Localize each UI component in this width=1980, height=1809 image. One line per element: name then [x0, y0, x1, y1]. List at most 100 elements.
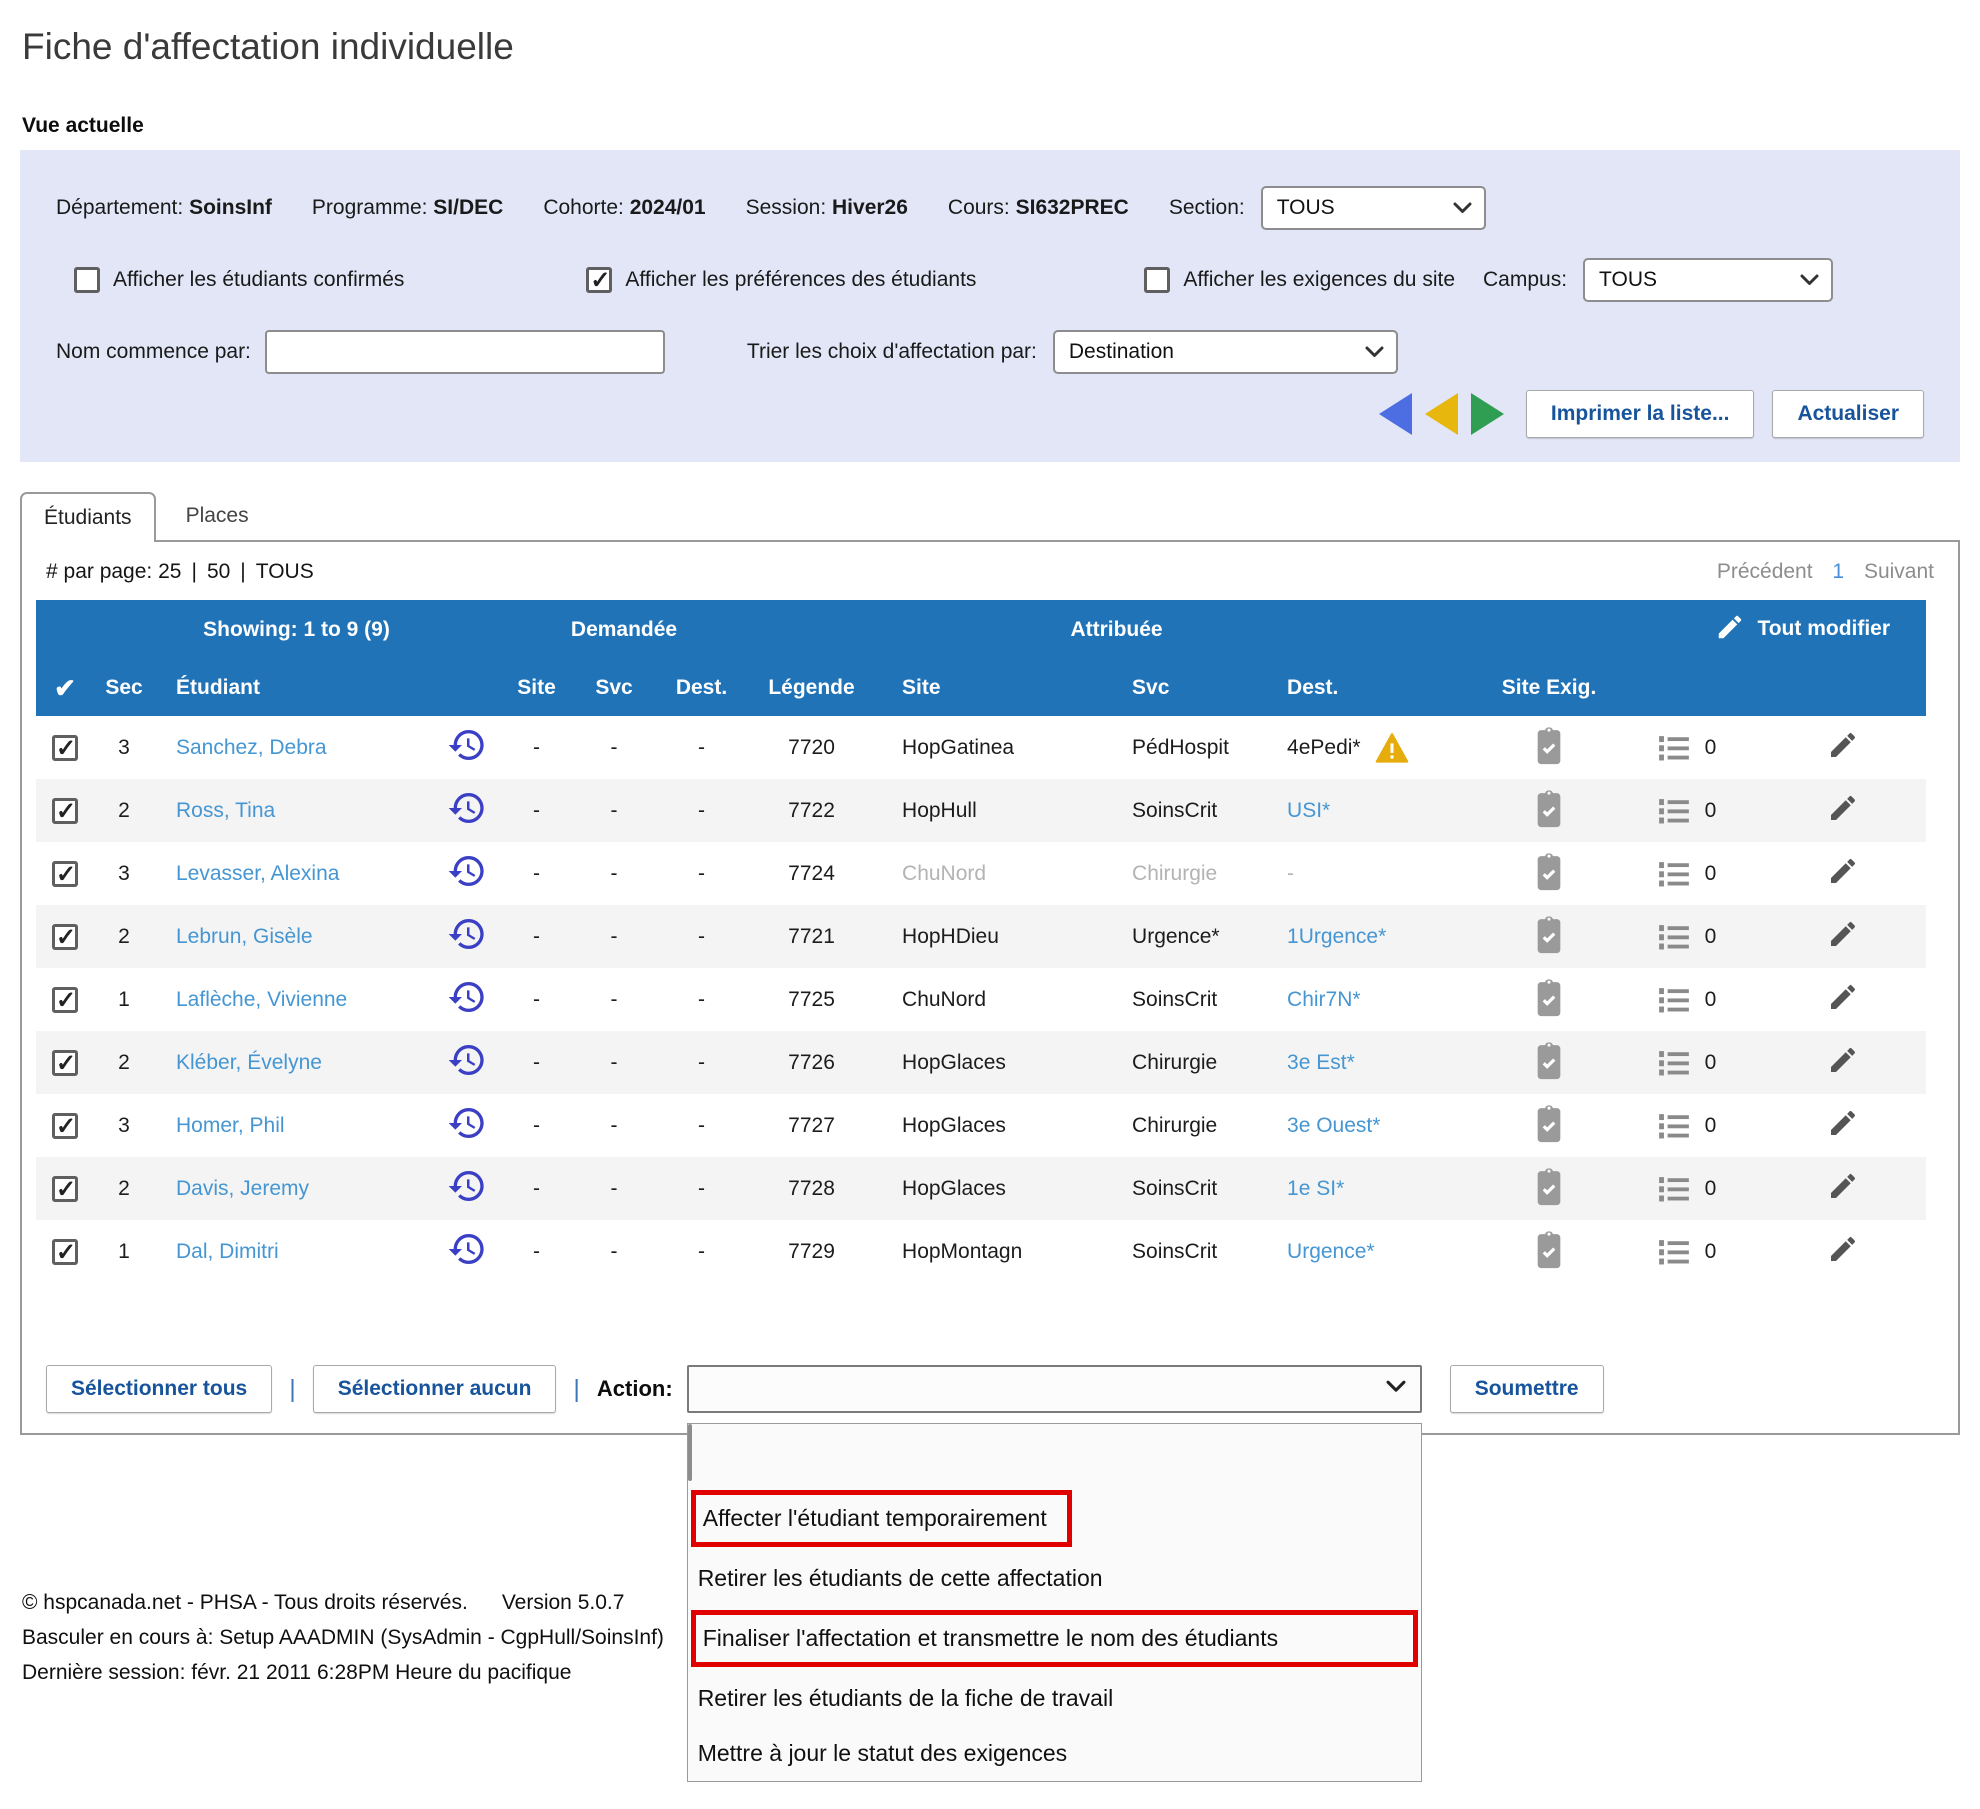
student-name-link[interactable]: Levasser, Alexina [176, 862, 339, 885]
per-page-option-25[interactable]: 25 [158, 560, 181, 583]
site-requirements-icon[interactable] [1532, 1103, 1566, 1143]
student-name-link[interactable]: Kléber, Évelyne [176, 1051, 322, 1074]
demandee-dest-value: - [654, 1031, 749, 1094]
dest-link[interactable]: 3e Est* [1287, 1051, 1355, 1074]
group-demandee: Demandée [499, 600, 749, 660]
print-list-button[interactable]: Imprimer la liste... [1526, 390, 1755, 438]
edit-pencil-icon[interactable] [1827, 1233, 1859, 1265]
action-select[interactable] [687, 1365, 1422, 1413]
student-name-link[interactable]: Davis, Jeremy [176, 1177, 309, 1200]
submit-button[interactable]: Soumettre [1450, 1365, 1604, 1413]
edit-all-button[interactable]: Tout modifier [1484, 600, 1926, 660]
row-checkbox[interactable] [52, 861, 78, 887]
checkbox-etudiants-confirmes[interactable] [74, 267, 100, 293]
notes-list-icon[interactable] [1657, 1235, 1691, 1269]
history-icon[interactable] [447, 1229, 487, 1269]
row-checkbox[interactable] [52, 1050, 78, 1076]
dest-link[interactable]: 1e SI* [1287, 1177, 1344, 1200]
section-select[interactable]: TOUS [1261, 186, 1486, 230]
edit-pencil-icon[interactable] [1827, 792, 1859, 824]
nav-forward-arrow[interactable] [1471, 393, 1504, 435]
notes-list-icon[interactable] [1657, 1109, 1691, 1143]
history-icon[interactable] [447, 788, 487, 828]
select-all-check-icon[interactable]: ✔ [36, 660, 94, 716]
edit-pencil-icon[interactable] [1827, 855, 1859, 887]
checkbox-exigences-site[interactable] [1144, 267, 1170, 293]
notes-count: 0 [1705, 799, 1717, 822]
history-icon[interactable] [447, 725, 487, 765]
site-requirements-icon[interactable] [1532, 725, 1566, 765]
warning-icon[interactable] [1375, 733, 1409, 763]
site-requirements-icon[interactable] [1532, 977, 1566, 1017]
edit-pencil-icon[interactable] [1827, 918, 1859, 950]
notes-list-icon[interactable] [1657, 1046, 1691, 1080]
pagination-next[interactable]: Suivant [1864, 560, 1934, 583]
history-icon[interactable] [447, 851, 487, 891]
trier-select[interactable]: Destination [1053, 330, 1398, 374]
action-menu-item[interactable]: Mettre à jour le statut des exigences [688, 1726, 1421, 1781]
nav-back-yellow-arrow[interactable] [1425, 393, 1458, 435]
edit-pencil-icon[interactable] [1827, 729, 1859, 761]
notes-list-icon[interactable] [1657, 731, 1691, 765]
history-icon[interactable] [447, 914, 487, 954]
action-menu-item[interactable]: Retirer les étudiants de la fiche de tra… [688, 1671, 1421, 1726]
notes-list-icon[interactable] [1657, 794, 1691, 828]
edit-pencil-icon[interactable] [1827, 1107, 1859, 1139]
dest-link[interactable]: Chir7N* [1287, 988, 1361, 1011]
tab-etudiants[interactable]: Étudiants [20, 492, 156, 542]
dest-link[interactable]: USI* [1287, 799, 1330, 822]
student-name-link[interactable]: Lebrun, Gisèle [176, 925, 313, 948]
per-page-option-50[interactable]: 50 [207, 560, 230, 583]
history-icon[interactable] [447, 1166, 487, 1206]
pagination-previous[interactable]: Précédent [1717, 560, 1813, 583]
student-name-link[interactable]: Ross, Tina [176, 799, 275, 822]
action-menu-item[interactable]: Retirer les étudiants de cette affectati… [688, 1551, 1421, 1606]
history-icon[interactable] [447, 977, 487, 1017]
pagination-page-1[interactable]: 1 [1832, 560, 1844, 583]
dest-link[interactable]: 3e Ouest* [1287, 1114, 1380, 1137]
row-checkbox[interactable] [52, 987, 78, 1013]
site-requirements-icon[interactable] [1532, 1166, 1566, 1206]
per-page-option-tous[interactable]: TOUS [256, 560, 314, 583]
student-name-link[interactable]: Laflèche, Vivienne [176, 988, 347, 1011]
notes-list-icon[interactable] [1657, 983, 1691, 1017]
row-checkbox[interactable] [52, 924, 78, 950]
edit-pencil-icon[interactable] [1827, 1044, 1859, 1076]
row-checkbox[interactable] [52, 735, 78, 761]
history-icon[interactable] [447, 1040, 487, 1080]
nav-back-arrow[interactable] [1379, 393, 1412, 435]
dest-link[interactable]: 1Urgence* [1287, 925, 1386, 948]
refresh-button[interactable]: Actualiser [1772, 390, 1924, 438]
action-menu-item[interactable] [688, 1424, 692, 1481]
site-requirements-icon[interactable] [1532, 788, 1566, 828]
checkbox-preferences-etudiants[interactable] [586, 267, 612, 293]
notes-list-icon[interactable] [1657, 920, 1691, 954]
site-requirements-icon[interactable] [1532, 1040, 1566, 1080]
site-requirements-icon[interactable] [1532, 851, 1566, 891]
site-requirements-icon[interactable] [1532, 1229, 1566, 1269]
student-name-link[interactable]: Sanchez, Debra [176, 736, 327, 759]
action-menu-item[interactable]: Finaliser l'affectation et transmettre l… [688, 1606, 1421, 1671]
dest-link[interactable]: Urgence* [1287, 1240, 1375, 1263]
col-site-exig: Site Exig. [1484, 660, 1614, 716]
select-all-button[interactable]: Sélectionner tous [46, 1365, 272, 1413]
campus-select[interactable]: TOUS [1583, 258, 1833, 302]
action-menu-item[interactable]: Affecter l'étudiant temporairement [688, 1486, 1421, 1551]
student-name-link[interactable]: Dal, Dimitri [176, 1240, 279, 1263]
student-name-link[interactable]: Homer, Phil [176, 1114, 285, 1137]
notes-list-icon[interactable] [1657, 1172, 1691, 1206]
notes-list-icon[interactable] [1657, 857, 1691, 891]
edit-pencil-icon[interactable] [1827, 1170, 1859, 1202]
edit-pencil-icon[interactable] [1827, 981, 1859, 1013]
tab-places[interactable]: Places [156, 492, 279, 540]
row-checkbox[interactable] [52, 1113, 78, 1139]
nom-commence-par-input[interactable] [265, 330, 665, 374]
site-requirements-icon[interactable] [1532, 914, 1566, 954]
select-none-button[interactable]: Sélectionner aucun [313, 1365, 557, 1413]
history-icon[interactable] [447, 1103, 487, 1143]
student-row: 3Levasser, Alexina---7724ChuNordChirurgi… [36, 842, 1926, 905]
row-checkbox[interactable] [52, 798, 78, 824]
row-checkbox[interactable] [52, 1176, 78, 1202]
demandee-svc-value: - [574, 779, 654, 842]
row-checkbox[interactable] [52, 1239, 78, 1265]
